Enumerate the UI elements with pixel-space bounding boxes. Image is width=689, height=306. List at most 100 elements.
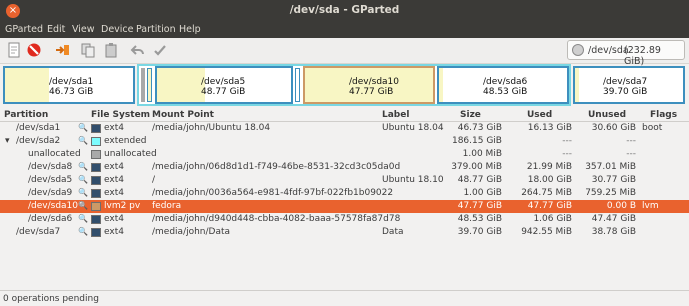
table-row[interactable]: /dev/sda6 🔍 ext4 /media/john/d940d448-cb… xyxy=(0,213,689,226)
diskmap-used-fill xyxy=(157,68,205,102)
table-row[interactable]: /dev/sda8 🔍 ext4 /media/john/06d8d1d1-f7… xyxy=(0,161,689,174)
col-label[interactable]: Label xyxy=(382,110,409,120)
table-row-selected[interactable]: /dev/sda10 🔍 lvm2 pv fedora 47.77 GiB 47… xyxy=(0,200,689,213)
diskmap-sda7[interactable]: /dev/sda7 39.70 GiB xyxy=(573,66,685,104)
table-header: Partition File System Mount Point Label … xyxy=(0,108,689,122)
used-value: 942.55 MiB xyxy=(521,227,572,237)
diskmap-sda6[interactable]: /dev/sda6 48.53 GiB xyxy=(437,66,569,104)
key-icon: 🔍 xyxy=(78,123,88,132)
fs-color-swatch xyxy=(91,137,101,146)
hard-disk-icon xyxy=(572,44,584,56)
resize-move-icon[interactable] xyxy=(55,42,71,58)
file-system: ext4 xyxy=(104,188,124,198)
used-value: 47.77 GiB xyxy=(527,201,572,211)
file-system: unallocated xyxy=(104,149,157,159)
size-value: 1.00 MiB xyxy=(462,149,502,159)
size-value: 47.77 GiB xyxy=(457,201,502,211)
diskmap-sda8[interactable] xyxy=(147,68,152,102)
table-row[interactable]: ▾ /dev/sda2 🔍 extended 186.15 GiB --- --… xyxy=(0,135,689,148)
apply-icon[interactable] xyxy=(152,42,168,58)
size-value: 39.70 GiB xyxy=(457,227,502,237)
mount-point: fedora xyxy=(152,201,182,211)
key-icon: 🔍 xyxy=(78,201,88,210)
table-row[interactable]: unallocated unallocated 1.00 MiB --- --- xyxy=(0,148,689,161)
key-icon: 🔍 xyxy=(78,175,88,184)
partition-label: Ubuntu 18.04 xyxy=(382,123,444,133)
diskmap-sda9[interactable] xyxy=(295,68,300,102)
partition-name: /dev/sda6 xyxy=(28,214,73,224)
partition-name: /dev/sda10 xyxy=(28,201,79,211)
key-icon: 🔍 xyxy=(78,162,88,171)
unused-value: --- xyxy=(626,149,636,159)
menu-view[interactable]: View xyxy=(72,24,95,35)
col-flags[interactable]: Flags xyxy=(650,110,677,120)
diskmap-sda5[interactable]: /dev/sda5 48.77 GiB xyxy=(155,66,293,104)
size-value: 186.15 GiB xyxy=(451,136,502,146)
file-system: ext4 xyxy=(104,227,124,237)
col-mount-point[interactable]: Mount Point xyxy=(152,110,214,120)
diskmap-label: /dev/sda5 48.77 GiB xyxy=(201,77,246,97)
window-title: /dev/sda - GParted xyxy=(289,4,400,16)
used-value: 21.99 MiB xyxy=(526,162,572,172)
table-row[interactable]: /dev/sda1 🔍 ext4 /media/john/Ubuntu 18.0… xyxy=(0,122,689,135)
undo-icon[interactable] xyxy=(130,42,146,58)
table-row[interactable]: /dev/sda9 🔍 ext4 /media/john/0036a564-e9… xyxy=(0,187,689,200)
delete-icon[interactable] xyxy=(26,42,42,58)
fs-color-swatch xyxy=(91,189,101,198)
file-system: lvm2 pv xyxy=(104,201,141,211)
partition-name: /dev/sda1 xyxy=(16,123,61,133)
device-selector[interactable]: /dev/sda (232.89 GiB) xyxy=(567,40,685,67)
table-row[interactable]: /dev/sda5 🔍 ext4 / Ubuntu 18.10 48.77 Gi… xyxy=(0,174,689,187)
mount-point: /media/john/Data xyxy=(152,227,231,237)
device-name: /dev/sda xyxy=(588,45,629,56)
disk-map: /dev/sda1 46.73 GiB /dev/sda5 48.77 GiB … xyxy=(3,64,686,108)
table-row[interactable]: /dev/sda7 🔍 ext4 /media/john/Data Data 3… xyxy=(0,226,689,239)
menu-edit[interactable]: Edit xyxy=(47,24,65,35)
col-file-system[interactable]: File System xyxy=(91,110,150,120)
col-size[interactable]: Size xyxy=(460,110,481,120)
expander-icon[interactable]: ▾ xyxy=(5,136,10,146)
menu-help[interactable]: Help xyxy=(179,24,201,35)
diskmap-used-fill xyxy=(575,68,579,102)
used-value: 264.75 MiB xyxy=(521,188,572,198)
fs-color-swatch xyxy=(91,163,101,172)
diskmap-sda10[interactable]: /dev/sda10 47.77 GiB xyxy=(303,66,435,104)
partition-name: /dev/sda7 xyxy=(16,227,61,237)
menu-bar: GParted Edit View Device Partition Help xyxy=(0,22,689,38)
partition-name: /dev/sda9 xyxy=(28,188,73,198)
mount-point: /media/john/0036a564-e981-4fdf-97bf-022f… xyxy=(152,188,394,198)
fs-color-swatch xyxy=(91,228,101,237)
file-system: ext4 xyxy=(104,162,124,172)
paste-icon[interactable] xyxy=(103,42,119,58)
partition-label: Ubuntu 18.10 xyxy=(382,175,444,185)
key-icon: 🔍 xyxy=(78,214,88,223)
partition-name: /dev/sda5 xyxy=(28,175,73,185)
new-icon[interactable] xyxy=(6,42,22,58)
partition-label: Data xyxy=(382,227,404,237)
used-value: 16.13 GiB xyxy=(527,123,572,133)
unused-value: 357.01 MiB xyxy=(585,162,636,172)
col-used[interactable]: Used xyxy=(527,110,552,120)
diskmap-label: /dev/sda7 39.70 GiB xyxy=(603,77,648,97)
diskmap-used-fill xyxy=(5,68,49,102)
partition-name: unallocated xyxy=(28,149,81,159)
used-value: 18.00 GiB xyxy=(527,175,572,185)
file-system: ext4 xyxy=(104,214,124,224)
col-unused[interactable]: Unused xyxy=(588,110,626,120)
partition-name: /dev/sda2 xyxy=(16,136,61,146)
menu-device[interactable]: Device xyxy=(101,24,134,35)
col-partition[interactable]: Partition xyxy=(4,110,48,120)
file-system: ext4 xyxy=(104,175,124,185)
diskmap-extended-sda2[interactable]: /dev/sda5 48.77 GiB /dev/sda10 47.77 GiB… xyxy=(137,64,571,106)
diskmap-sda1[interactable]: /dev/sda1 46.73 GiB xyxy=(3,66,135,104)
fs-color-swatch xyxy=(91,124,101,133)
menu-gparted[interactable]: GParted xyxy=(5,24,43,35)
diskmap-used-fill xyxy=(439,68,443,102)
fs-color-swatch xyxy=(91,176,101,185)
flags-value: lvm xyxy=(642,201,659,211)
diskmap-unallocated[interactable] xyxy=(141,68,145,102)
menu-partition[interactable]: Partition xyxy=(136,24,176,35)
size-value: 48.53 GiB xyxy=(457,214,502,224)
copy-icon[interactable] xyxy=(80,42,96,58)
unused-value: 30.77 GiB xyxy=(591,175,636,185)
